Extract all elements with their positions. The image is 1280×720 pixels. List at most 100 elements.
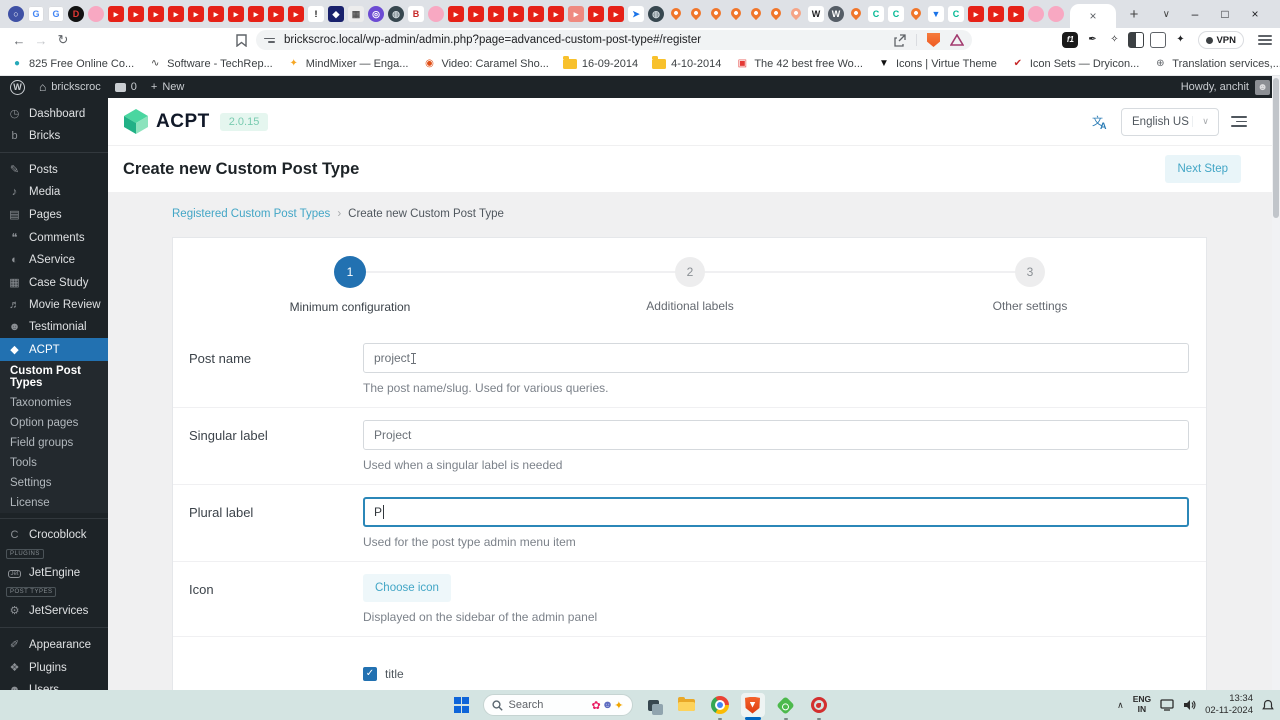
sidebar-item-jetengine[interactable]: Jet JetEngine xyxy=(0,561,108,584)
active-tab[interactable]: × xyxy=(1070,4,1116,28)
plural-label-input[interactable]: P xyxy=(363,497,1189,527)
choose-icon-button[interactable]: Choose icon xyxy=(363,574,451,602)
site-settings-icon[interactable] xyxy=(264,37,276,43)
tab-favicon-pin[interactable] xyxy=(668,6,684,22)
language-select[interactable]: English US ∨ xyxy=(1121,107,1219,136)
tab-search-chevron-icon[interactable]: ∨ xyxy=(1153,9,1180,20)
sidebar-subitem-license[interactable]: License xyxy=(0,493,108,513)
browser-menu-icon[interactable] xyxy=(1258,35,1272,45)
taskbar-clock[interactable]: 13:34 02-11-2024 xyxy=(1205,693,1253,717)
volume-icon[interactable] xyxy=(1183,699,1196,711)
forward-button[interactable]: → xyxy=(30,33,52,48)
sidebar-item-case-study[interactable]: ▦ Case Study xyxy=(0,271,108,294)
tab-favicon-navy[interactable]: ◆ xyxy=(328,6,344,22)
tab-favicon-yt[interactable]: ▸ xyxy=(988,6,1004,22)
title-checkbox[interactable]: ✓ xyxy=(363,666,377,681)
pen-extension-icon[interactable]: ✒ xyxy=(1084,32,1100,48)
tab-favicon-yt[interactable]: ▸ xyxy=(228,6,244,22)
chrome-button[interactable] xyxy=(708,693,732,720)
post-name-input[interactable]: project xyxy=(363,343,1189,373)
sidebar-subitem-field-groups[interactable]: Field groups xyxy=(0,433,108,453)
step-1[interactable]: 1 Minimum configuration xyxy=(250,238,450,314)
diamond-extension-icon[interactable] xyxy=(1040,32,1056,48)
step-circle[interactable]: 1 xyxy=(334,256,366,288)
sidebar-item-jetservices[interactable]: ⚙ JetServices xyxy=(0,599,108,622)
window-minimize-button[interactable]: – xyxy=(1180,0,1210,28)
sidebar-item-aservice[interactable]: ◐ AService xyxy=(0,249,108,271)
tab-favicon-person[interactable]: ○ xyxy=(8,6,24,22)
wallet-extension-icon[interactable] xyxy=(1150,32,1167,48)
sidebar-item-media[interactable]: ♪ Media xyxy=(0,181,108,203)
tab-favicon-yt[interactable]: ▸ xyxy=(968,6,984,22)
tab-favicon-salmon[interactable]: ▸ xyxy=(568,6,584,22)
tab-favicon-yt[interactable]: ▸ xyxy=(168,6,184,22)
bookmark-item[interactable]: ⊕ Translation services,... xyxy=(1153,57,1280,71)
sidebar-item-acpt[interactable]: ◆ ACPT xyxy=(0,338,108,361)
tab-favicon-yt[interactable]: ▸ xyxy=(528,6,544,22)
tab-favicon-w[interactable]: W xyxy=(808,6,824,22)
bookmark-item[interactable]: ✔ Icon Sets — Dryicon... xyxy=(1011,57,1140,71)
tab-favicon-pin[interactable] xyxy=(708,6,724,22)
tab-favicon-d[interactable]: D xyxy=(68,6,84,22)
comments-menu[interactable]: 0 xyxy=(114,81,137,93)
sidebar-item-testimonial[interactable]: ☻ Testimonial xyxy=(0,316,108,338)
tab-favicon-yt[interactable]: ▸ xyxy=(488,6,504,22)
breadcrumb-link[interactable]: Registered Custom Post Types xyxy=(172,208,330,220)
tab-favicon-pin[interactable] xyxy=(908,6,924,22)
tab-favicon-g[interactable]: G xyxy=(48,6,64,22)
sidebar-subitem-tools[interactable]: Tools xyxy=(0,453,108,473)
tab-favicon-pin[interactable] xyxy=(848,6,864,22)
tab-favicon-pinkc[interactable] xyxy=(1028,6,1044,22)
tab-favicon-globe[interactable]: ◍ xyxy=(648,6,664,22)
tab-favicon-yt[interactable]: ▸ xyxy=(208,6,224,22)
sidebar-item-comments[interactable]: ❝ Comments xyxy=(0,226,108,249)
tab-favicon-bdot[interactable]: B xyxy=(408,6,424,22)
taskbar-search[interactable]: Search ✿ ☻ ✦ xyxy=(482,694,633,716)
start-button[interactable] xyxy=(450,693,474,717)
tab-favicon-purple[interactable]: ◎ xyxy=(368,6,384,22)
vpn-button[interactable]: VPN xyxy=(1198,31,1244,49)
step-2[interactable]: 2 Additional labels xyxy=(590,238,790,313)
tab-favicon-yt[interactable]: ▸ xyxy=(268,6,284,22)
tab-favicon-pinkc[interactable] xyxy=(428,6,444,22)
bookmark-item[interactable]: ▼ Icons | Virtue Theme xyxy=(877,57,997,71)
scrollbar-thumb[interactable] xyxy=(1273,78,1279,218)
keyboard-language[interactable]: ENG IN xyxy=(1133,694,1151,715)
address-bar[interactable]: brickscroc.local/wp-admin/admin.php?page… xyxy=(256,30,972,50)
file-explorer-button[interactable] xyxy=(675,693,699,717)
sidebar-subitem-custom-post-types[interactable]: Custom Post Types xyxy=(0,361,108,393)
bookmark-item[interactable]: ◉ Video: Caramel Sho... xyxy=(422,57,549,71)
tab-favicon-yt[interactable]: ▸ xyxy=(1008,6,1024,22)
tab-favicon-pinlight[interactable] xyxy=(788,6,804,22)
sidebar-item-plugins[interactable]: ❖ Plugins xyxy=(0,656,108,679)
sidebar-item-appearance[interactable]: ✐ Appearance xyxy=(0,633,108,656)
fi-extension-icon[interactable]: f1 xyxy=(1062,32,1079,48)
task-view-button[interactable] xyxy=(642,693,666,717)
tab-favicon-croc[interactable]: C xyxy=(948,6,964,22)
step-circle[interactable]: 2 xyxy=(675,257,705,287)
tab-favicon-pin[interactable] xyxy=(728,6,744,22)
tab-favicon-yt[interactable]: ▸ xyxy=(108,6,124,22)
tab-favicon-wp[interactable]: W xyxy=(828,6,844,22)
reload-button[interactable]: ↻ xyxy=(52,32,74,48)
sidebar-item-bricks[interactable]: b Bricks xyxy=(0,125,108,147)
tab-favicon-globe[interactable]: ◍ xyxy=(388,6,404,22)
contrast-extension-icon[interactable] xyxy=(1128,32,1145,48)
next-step-button[interactable]: Next Step xyxy=(1164,155,1241,183)
sidebar-subitem-taxonomies[interactable]: Taxonomies xyxy=(0,393,108,413)
sidebar-item-movie-review[interactable]: ♬ Movie Review xyxy=(0,294,108,316)
bookmark-item[interactable]: ● 825 Free Online Co... xyxy=(10,57,134,71)
sidebar-subitem-option-pages[interactable]: Option pages xyxy=(0,413,108,433)
tab-favicon-yt[interactable]: ▸ xyxy=(588,6,604,22)
sidebar-item-users[interactable]: ☻ Users xyxy=(0,679,108,690)
local-app-button[interactable] xyxy=(774,693,798,720)
brave-rewards-triangle-icon[interactable] xyxy=(950,34,964,46)
sidebar-item-posts[interactable]: ✎ Posts xyxy=(0,158,108,181)
tab-favicon-yt[interactable]: ▸ xyxy=(508,6,524,22)
tab-favicon-yt[interactable]: ▸ xyxy=(148,6,164,22)
bookmark-item[interactable]: ✦ MindMixer — Enga... xyxy=(287,57,409,71)
tab-favicon-pin[interactable] xyxy=(768,6,784,22)
tab-favicon-yt[interactable]: ▸ xyxy=(548,6,564,22)
tab-favicon-funnel[interactable]: ▼ xyxy=(928,6,944,22)
site-name-menu[interactable]: ⌂ brickscroc xyxy=(39,80,101,94)
